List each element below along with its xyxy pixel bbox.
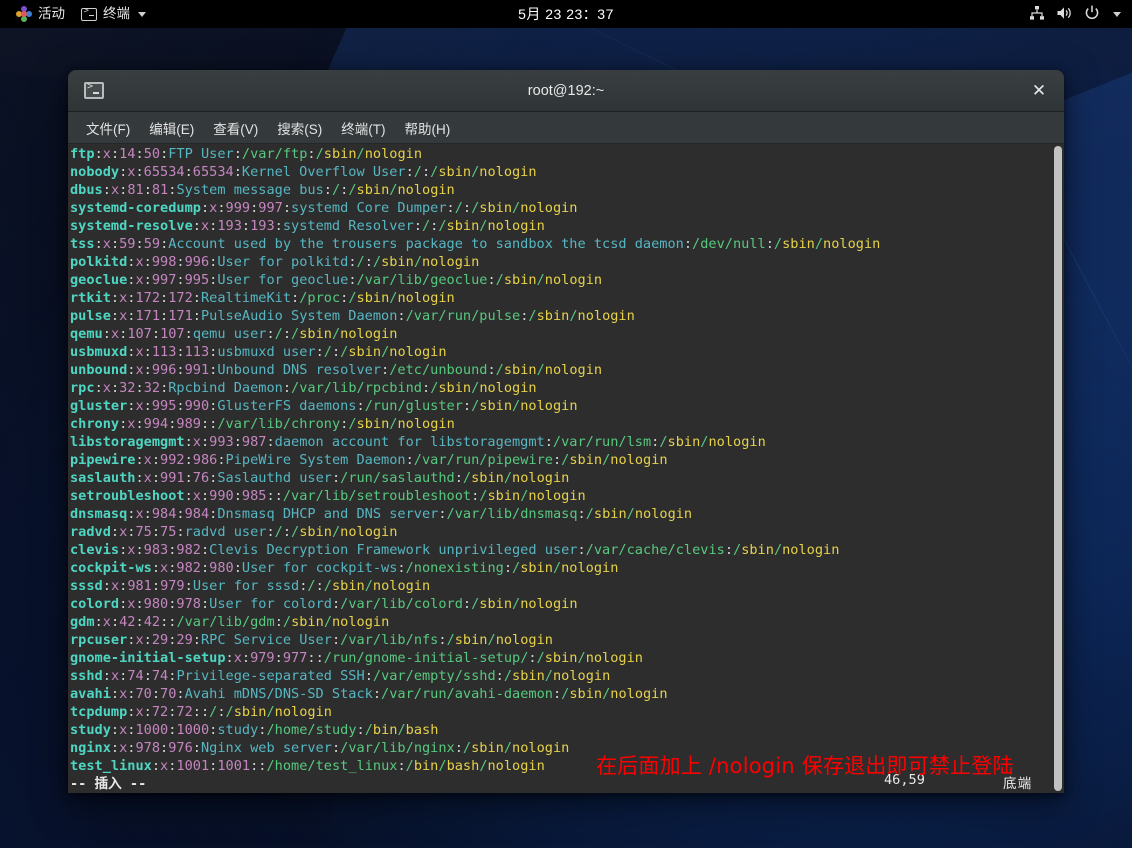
passwd-line: gdm:x:42:42::/var/lib/gdm:/sbin/nologin [70,613,880,631]
passwd-line: ftp:x:14:50:FTP User:/var/ftp:/sbin/nolo… [70,145,880,163]
passwd-line: clevis:x:983:982:Clevis Decryption Frame… [70,541,880,559]
passwd-line: usbmuxd:x:113:113:usbmuxd user:/:/sbin/n… [70,343,880,361]
passwd-line: qemu:x:107:107:qemu user:/:/sbin/nologin [70,325,880,343]
passwd-line: systemd-coredump:x:999:997:systemd Core … [70,199,880,217]
passwd-line: saslauth:x:991:76:Saslauthd user:/run/sa… [70,469,880,487]
menu-view[interactable]: 查看(V) [205,114,266,142]
passwd-line: libstoragemgmt:x:993:987:daemon account … [70,433,880,451]
passwd-line: rtkit:x:172:172:RealtimeKit:/proc:/sbin/… [70,289,880,307]
top-panel: 活动 终端 5月 23 23：37 [0,0,1132,28]
window-titlebar[interactable]: root@192:~ ✕ [68,70,1064,112]
menu-file[interactable]: 文件(F) [78,114,138,142]
passwd-line: gluster:x:995:990:GlusterFS daemons:/run… [70,397,880,415]
red-annotation-text: 在后面加上 /nologin 保存退出即可禁止登陆 [596,750,1014,780]
passwd-line: sssd:x:981:979:User for sssd:/:/sbin/nol… [70,577,880,595]
close-icon[interactable]: ✕ [1026,78,1052,104]
menu-bar: 文件(F) 编辑(E) 查看(V) 搜索(S) 终端(T) 帮助(H) [68,112,1064,144]
passwd-line: systemd-resolve:x:193:193:systemd Resolv… [70,217,880,235]
passwd-line: dbus:x:81:81:System message bus:/:/sbin/… [70,181,880,199]
menu-terminal[interactable]: 终端(T) [333,114,393,142]
passwd-line: unbound:x:996:991:Unbound DNS resolver:/… [70,361,880,379]
passwd-line: pulse:x:171:171:PulseAudio System Daemon… [70,307,880,325]
menu-help[interactable]: 帮助(H) [397,114,459,142]
passwd-line: rpc:x:32:32:Rpcbind Daemon:/var/lib/rpcb… [70,379,880,397]
terminal-content-area[interactable]: ftp:x:14:50:FTP User:/var/ftp:/sbin/nolo… [68,144,1064,793]
passwd-line: rpcuser:x:29:29:RPC Service User:/var/li… [70,631,880,649]
passwd-line: tss:x:59:59:Account used by the trousers… [70,235,880,253]
passwd-line: setroubleshoot:x:990:985::/var/lib/setro… [70,487,880,505]
menu-edit[interactable]: 编辑(E) [141,114,202,142]
terminal-scrollbar[interactable] [1051,144,1064,793]
passwd-line: tcpdump:x:72:72::/:/sbin/nologin [70,703,880,721]
terminal-window: root@192:~ ✕ 文件(F) 编辑(E) 查看(V) 搜索(S) 终端(… [68,70,1064,793]
passwd-line: polkitd:x:998:996:User for polkitd:/:/sb… [70,253,880,271]
passwd-line: colord:x:980:978:User for colord:/var/li… [70,595,880,613]
passwd-line: study:x:1000:1000:study:/home/study:/bin… [70,721,880,739]
clock[interactable]: 5月 23 23：37 [0,4,1132,24]
passwd-line: chrony:x:994:989::/var/lib/chrony:/sbin/… [70,415,880,433]
passwd-line: sshd:x:74:74:Privilege-separated SSH:/va… [70,667,880,685]
window-title: root@192:~ [68,83,1064,99]
passwd-line: radvd:x:75:75:radvd user:/:/sbin/nologin [70,523,880,541]
passwd-line: pipewire:x:992:986:PipeWire System Daemo… [70,451,880,469]
terminal-window-icon [84,82,104,99]
passwd-line: cockpit-ws:x:982:980:User for cockpit-ws… [70,559,880,577]
menu-search[interactable]: 搜索(S) [269,114,330,142]
passwd-file-contents: ftp:x:14:50:FTP User:/var/ftp:/sbin/nolo… [70,145,880,793]
passwd-line: nobody:x:65534:65534:Kernel Overflow Use… [70,163,880,181]
passwd-line: dnsmasq:x:984:984:Dnsmasq DHCP and DNS s… [70,505,880,523]
passwd-line: geoclue:x:997:995:User for geoclue:/var/… [70,271,880,289]
passwd-line: avahi:x:70:70:Avahi mDNS/DNS-SD Stack:/v… [70,685,880,703]
passwd-line: gnome-initial-setup:x:979:977::/run/gnom… [70,649,880,667]
terminal-scrollbar-thumb[interactable] [1054,146,1062,791]
